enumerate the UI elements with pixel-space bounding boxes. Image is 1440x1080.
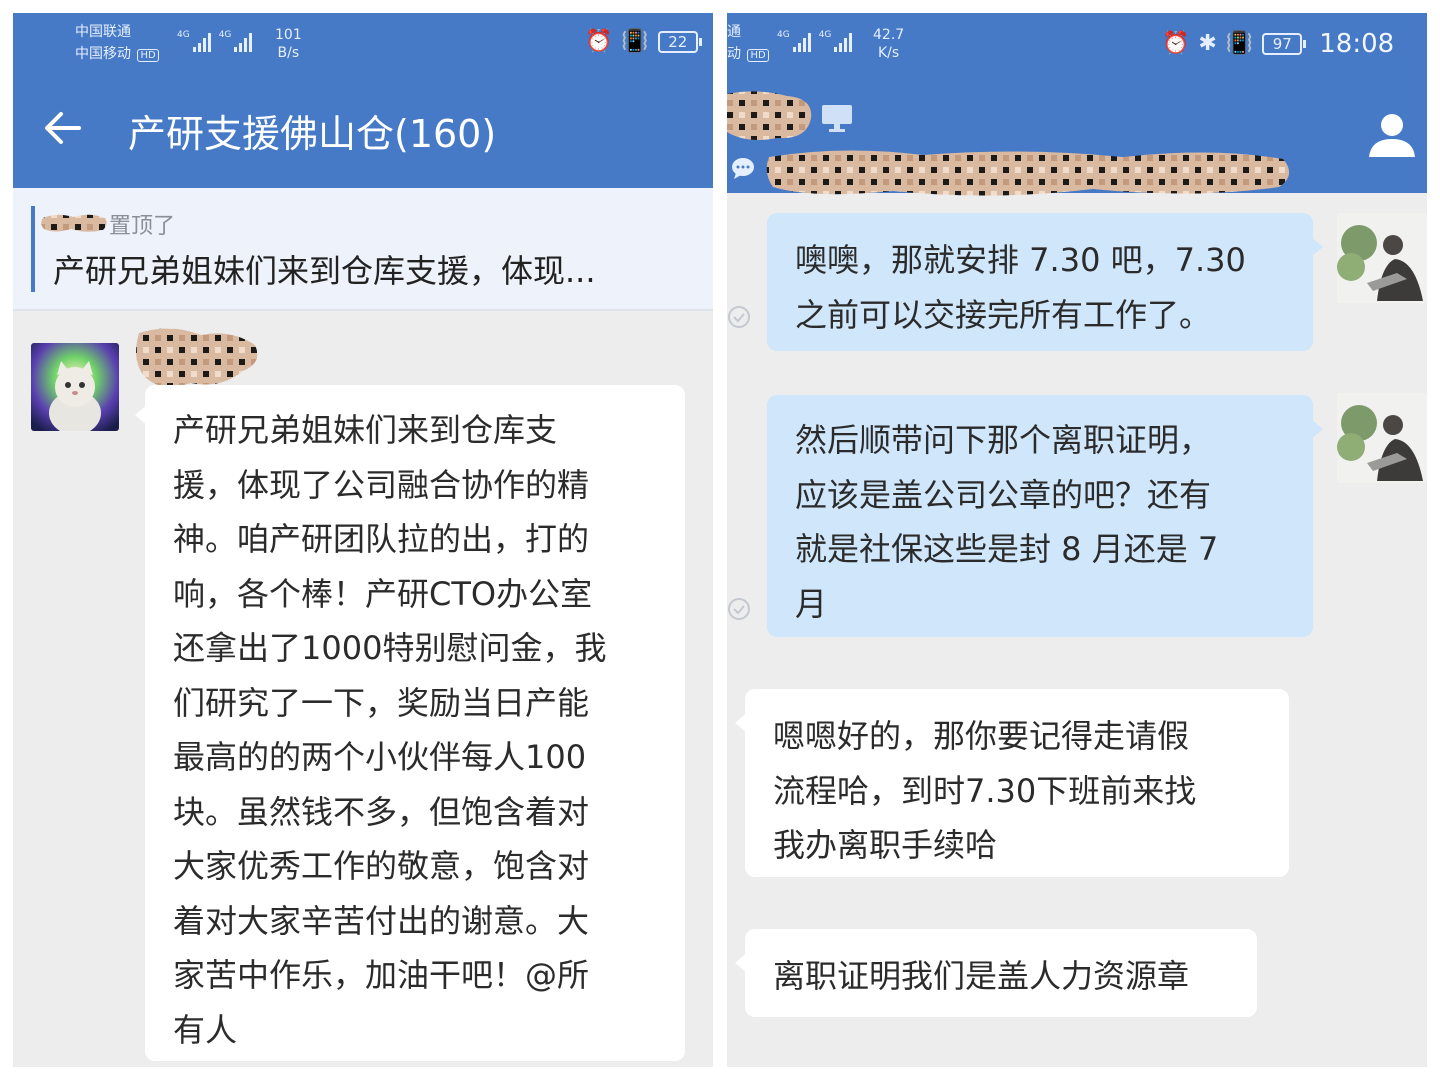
chat-header xyxy=(727,73,1427,196)
carrier-2: 中国移动 xyxy=(75,46,131,62)
sent-message-bubble[interactable]: 然后顺带问下那个离职证明， 应该是盖公司公章的吧？还有 就是社保这些是封 8 月… xyxy=(767,395,1323,637)
battery-indicator: 22 xyxy=(657,31,702,53)
carrier-1: 中国联通 xyxy=(75,24,131,40)
bluetooth-icon: ✱ xyxy=(1198,31,1217,56)
alarm-icon: ⏰ xyxy=(585,29,613,54)
signal-icons: 4G 4G xyxy=(177,30,253,52)
chat-header: 产研支援佛山仓(160) xyxy=(13,73,713,188)
received-message-bubble[interactable]: 嗯嗯好的，那你要记得走请假 流程哈，到时7.30下班前来找 我办离职手续哈 xyxy=(735,689,1289,877)
redacted-contact-status xyxy=(766,150,1290,196)
sent-message-bubble[interactable]: 噢噢，那就安排 7.30 吧，7.30 之前可以交接完所有工作了。 xyxy=(767,213,1323,351)
pinned-note: 置顶了 xyxy=(109,214,176,239)
network-speed: 101 B/s xyxy=(275,27,302,61)
message-text: 产研兄弟姐妹们来到仓库支 援，体现了公司融合协作的精 神。咱产研团队拉的出，打的… xyxy=(173,411,607,1049)
person-icon[interactable] xyxy=(1367,111,1417,159)
battery-indicator: 97 xyxy=(1262,33,1307,55)
hd-badge: HD xyxy=(747,49,769,62)
carrier-names: 通 动 HD xyxy=(727,21,769,67)
read-check-icon xyxy=(728,598,750,620)
pin-accent-bar xyxy=(31,206,35,292)
sender-avatar[interactable] xyxy=(31,343,119,431)
status-right: ⏰ 📳 22 xyxy=(585,29,702,55)
network-speed: 42.7 K/s xyxy=(873,27,905,61)
signal-icon: 4G xyxy=(819,30,853,52)
status-bar: 通 动 HD 4G 4G 42.7 K/s ⏰ ✱ 📳 97 18:08 xyxy=(727,13,1427,73)
left-screenshot: 中国联通 中国移动 HD 4G 4G 101 B/s ⏰ 📳 22 产研支援佛山… xyxy=(13,13,713,1067)
right-screenshot: 通 动 HD 4G 4G 42.7 K/s ⏰ ✱ 📳 97 18:08 噢噢，… xyxy=(727,13,1427,1067)
signal-icon: 4G xyxy=(777,30,811,52)
pinned-text: 产研兄弟姐妹们来到仓库支援，体现... xyxy=(53,252,596,290)
message-text: 然后顺带问下那个离职证明， 应该是盖公司公章的吧？还有 就是社保这些是封 8 月… xyxy=(795,421,1219,623)
chat-bubble-icon xyxy=(732,158,754,179)
signal-icon: 4G xyxy=(219,30,253,52)
message-text: 离职证明我们是盖人力资源章 xyxy=(773,957,1190,995)
vibrate-icon: 📳 xyxy=(621,29,649,54)
vibrate-icon: 📳 xyxy=(1225,31,1254,56)
signal-icon: 4G xyxy=(177,30,211,52)
pinned-message-banner[interactable]: 置顶了 产研兄弟姐妹们来到仓库支援，体现... xyxy=(13,188,713,311)
message-text: 嗯嗯好的，那你要记得走请假 流程哈，到时7.30下班前来找 我办离职手续哈 xyxy=(773,717,1197,864)
monitor-icon xyxy=(822,105,852,132)
chat-title: 产研支援佛山仓(160) xyxy=(128,112,497,156)
signal-icons: 4G 4G xyxy=(777,30,853,52)
user-avatar[interactable] xyxy=(1337,393,1427,483)
received-message-bubble[interactable]: 离职证明我们是盖人力资源章 xyxy=(735,929,1257,1017)
clock: 18:08 xyxy=(1319,29,1395,59)
group-message-bubble[interactable]: 产研兄弟姐妹们来到仓库支 援，体现了公司融合协作的精 神。咱产研团队拉的出，打的… xyxy=(135,385,685,1061)
redacted-sender-name xyxy=(136,328,258,387)
carrier-fragment-2: 动 xyxy=(727,46,741,62)
redacted-contact-name xyxy=(727,91,812,140)
carrier-fragment: 通 xyxy=(727,24,741,40)
user-avatar[interactable] xyxy=(1337,213,1427,303)
status-right: ⏰ ✱ 📳 97 18:08 xyxy=(1162,29,1394,59)
read-check-icon xyxy=(728,306,750,328)
alarm-icon: ⏰ xyxy=(1162,31,1190,56)
message-text: 噢噢，那就安排 7.30 吧，7.30 之前可以交接完所有工作了。 xyxy=(795,241,1246,334)
hd-badge: HD xyxy=(137,49,159,62)
redacted-username xyxy=(41,214,107,232)
status-bar: 中国联通 中国移动 HD 4G 4G 101 B/s ⏰ 📳 22 xyxy=(13,13,713,73)
carrier-names: 中国联通 中国移动 HD xyxy=(75,21,159,67)
back-arrow-icon[interactable] xyxy=(41,106,85,150)
